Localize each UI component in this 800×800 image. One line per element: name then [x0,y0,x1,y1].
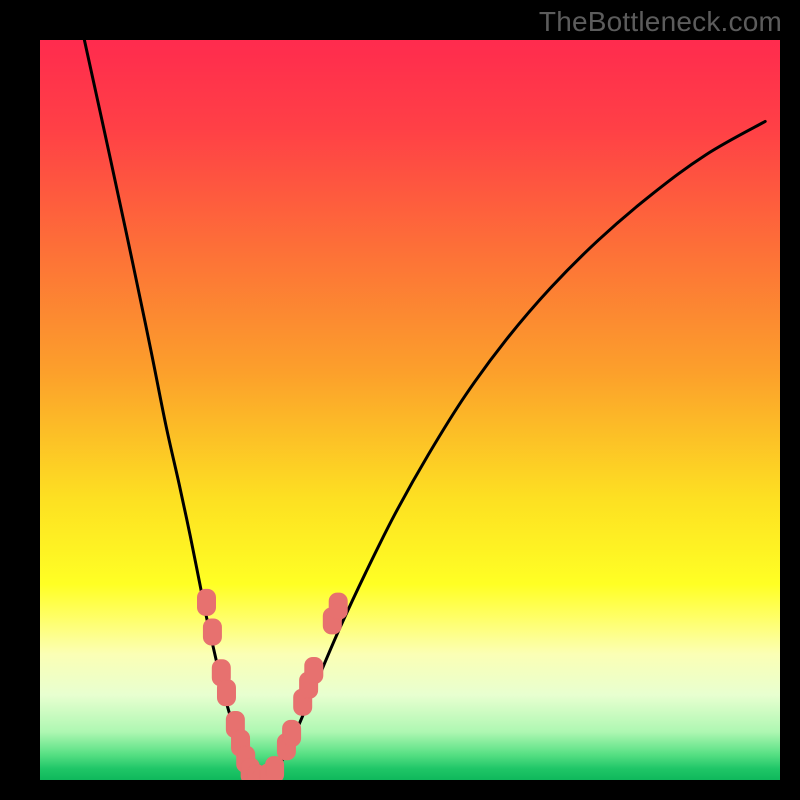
data-marker [329,593,347,619]
data-marker [283,720,301,746]
plot-area [40,40,780,780]
data-marker [305,657,323,683]
watermark-text: TheBottleneck.com [539,6,782,38]
chart-frame: TheBottleneck.com [0,0,800,800]
bottleneck-curve [84,40,765,780]
data-marker [266,757,284,780]
data-marker [203,619,221,645]
curve-layer [40,40,780,780]
data-marker [217,680,235,706]
data-marker [198,589,216,615]
